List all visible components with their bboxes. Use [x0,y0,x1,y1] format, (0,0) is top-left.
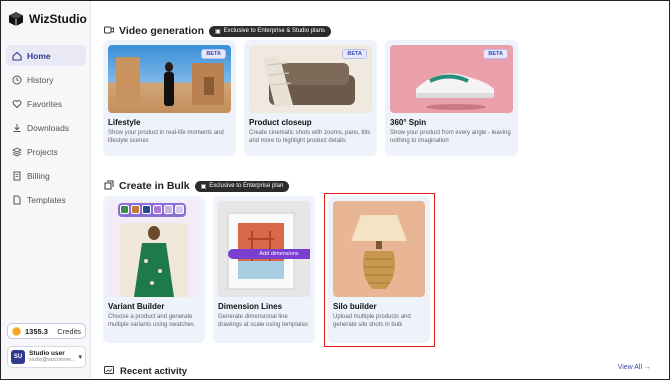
add-dimensions-label: Add dimensions [228,249,310,259]
swatch[interactable] [175,205,184,214]
user-email: studio@wizcomme... [29,356,76,363]
card-title: Product closeup [249,118,312,127]
heart-icon [12,99,22,109]
download-icon [12,123,22,133]
file-icon [12,195,22,205]
video-icon [104,22,114,40]
plan-badge-text: Exclusive to Enterprise plan [209,183,284,189]
video-section-header: Video generation ▣ Exclusive to Enterpris… [104,22,332,40]
recent-activity-header: Recent activity [104,362,187,380]
section-title: Create in Bulk [119,180,190,192]
plan-badge: ▣ Exclusive to Enterprise & Studio plans [209,25,332,37]
coin-icon [12,326,21,336]
card-title: Dimension Lines [218,302,283,311]
dimension-lines-thumbnail: Add dimensions [218,201,310,297]
beta-badge: BETA [201,49,226,59]
user-menu[interactable]: SU Studio user studio@wizcomme... ▾ [7,346,86,368]
swatch[interactable] [142,205,151,214]
beta-badge: BETA [483,49,508,59]
card-description: Create cinematic shots with zooms, pans,… [249,130,371,145]
sidebar-item-home[interactable]: Home [6,45,86,66]
card-description: Show your product in real-life moments a… [108,130,224,145]
stack-icon [104,177,114,195]
product-closeup-thumbnail: BETA [249,45,372,113]
section-title: Video generation [119,25,204,37]
arrow-right-icon: → [644,364,651,371]
view-all-label: View All [617,364,643,371]
swatch-strip [118,203,186,217]
card-title: Variant Builder [108,302,165,311]
variant-builder-thumbnail [108,201,200,297]
app-name: WizStudio [29,12,87,26]
video-card-lifestyle[interactable]: BETA Lifestyle Show your product in real… [103,40,236,156]
swatch[interactable] [153,205,162,214]
sidebar-item-label: Home [27,50,51,61]
credits-badge[interactable]: 1355.3 Credits [7,323,86,339]
plan-badge: ▣ Exclusive to Enterprise plan [194,180,290,192]
main-content: Video generation ▣ Exclusive to Enterpris… [92,1,669,378]
logo[interactable]: WizStudio [8,11,87,27]
swatch[interactable] [120,205,129,214]
sidebar-item-templates[interactable]: Templates [6,189,86,210]
video-card-360-spin[interactable]: BETA 360° Spin Show your product from ev… [385,40,518,156]
sidebar-item-projects[interactable]: Projects [6,141,86,162]
sidebar-item-billing[interactable]: Billing [6,165,86,186]
card-title: Lifestyle [108,118,141,127]
image-icon [104,362,114,380]
bulk-card-variant-builder[interactable]: Variant Builder Choose a product and gen… [103,196,205,343]
lifestyle-thumbnail: BETA [108,45,231,113]
sidebar: WizStudio Home History Favorites Downloa… [1,1,91,378]
swatch[interactable] [131,205,140,214]
sidebar-item-label: Favorites [27,98,62,109]
card-description: Show your product from every angle - lea… [390,130,511,145]
lock-icon: ▣ [215,28,221,35]
lock-icon: ▣ [200,183,207,190]
card-description: Choose a product and generate multiple v… [108,314,195,329]
360-spin-thumbnail: BETA [390,45,513,113]
receipt-icon [12,171,22,181]
sidebar-nav: Home History Favorites Downloads Project… [6,45,86,213]
credits-label: Credits [57,326,81,336]
bulk-card-dimension-lines[interactable]: Add dimensions Dimension Lines Generate … [213,196,315,343]
sidebar-item-history[interactable]: History [6,69,86,90]
sidebar-item-label: History [27,74,54,85]
sidebar-item-label: Billing [27,170,50,181]
sidebar-item-label: Projects [27,146,58,157]
swatch[interactable] [164,205,173,214]
video-card-product-closeup[interactable]: BETA Product closeup Create cinematic sh… [244,40,377,156]
clock-icon [12,75,22,85]
credits-value: 1355.3 [25,326,48,336]
cube-logo-icon [9,12,23,26]
section-title: Recent activity [120,365,188,377]
beta-badge: BETA [342,49,367,59]
highlight-box [324,193,435,347]
avatar: SU [11,350,25,364]
plan-badge-text: Exclusive to Enterprise & Studio plans [223,28,326,34]
sidebar-item-label: Templates [27,194,66,205]
sidebar-item-downloads[interactable]: Downloads [6,117,86,138]
sidebar-item-favorites[interactable]: Favorites [6,93,86,114]
view-all-link[interactable]: View All → [618,364,651,371]
sidebar-item-label: Downloads [27,122,70,133]
layers-icon [12,146,22,157]
chevron-down-icon: ▾ [78,354,82,361]
bulk-section-header: Create in Bulk ▣ Exclusive to Enterprise … [104,177,290,195]
card-title: 360° Spin [390,118,427,127]
card-description: Generate dimensional line drawings at sc… [218,314,309,329]
home-icon [12,51,22,61]
